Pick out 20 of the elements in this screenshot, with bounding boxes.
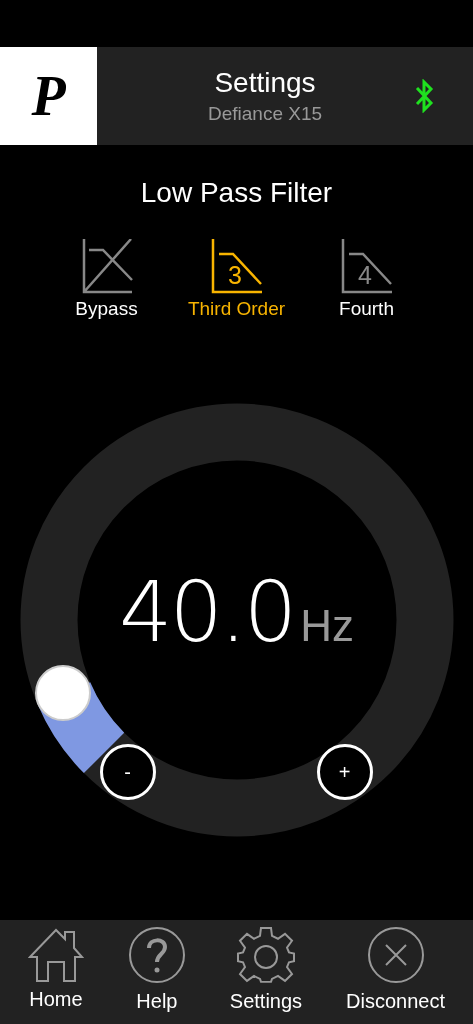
frequency-dial[interactable] (19, 403, 454, 837)
frequency-value: 40.0 (119, 563, 295, 661)
nav-item[interactable]: Home (27, 926, 84, 1024)
help-icon (127, 926, 186, 984)
home-icon (27, 926, 84, 982)
bluetooth-icon[interactable] (414, 79, 434, 113)
filter-option[interactable]: 3 Third Order (185, 239, 288, 320)
settings-icon (236, 926, 295, 984)
page-title: Settings (214, 67, 316, 99)
frequency-unit: Hz (300, 601, 354, 651)
close-icon (366, 926, 425, 984)
logo: P (0, 47, 97, 145)
nav-item[interactable]: Settings (229, 926, 303, 1024)
filter-option[interactable]: Bypass (55, 239, 158, 320)
nav-item[interactable]: Disconnect (346, 926, 445, 1024)
filter-option[interactable]: 4 Fourth (315, 239, 418, 320)
nav-item[interactable]: Help (127, 926, 186, 1024)
bypass-filter-icon (80, 239, 133, 295)
section-title: Low Pass Filter (139, 177, 334, 209)
device-name: Defiance X15 (207, 103, 323, 125)
